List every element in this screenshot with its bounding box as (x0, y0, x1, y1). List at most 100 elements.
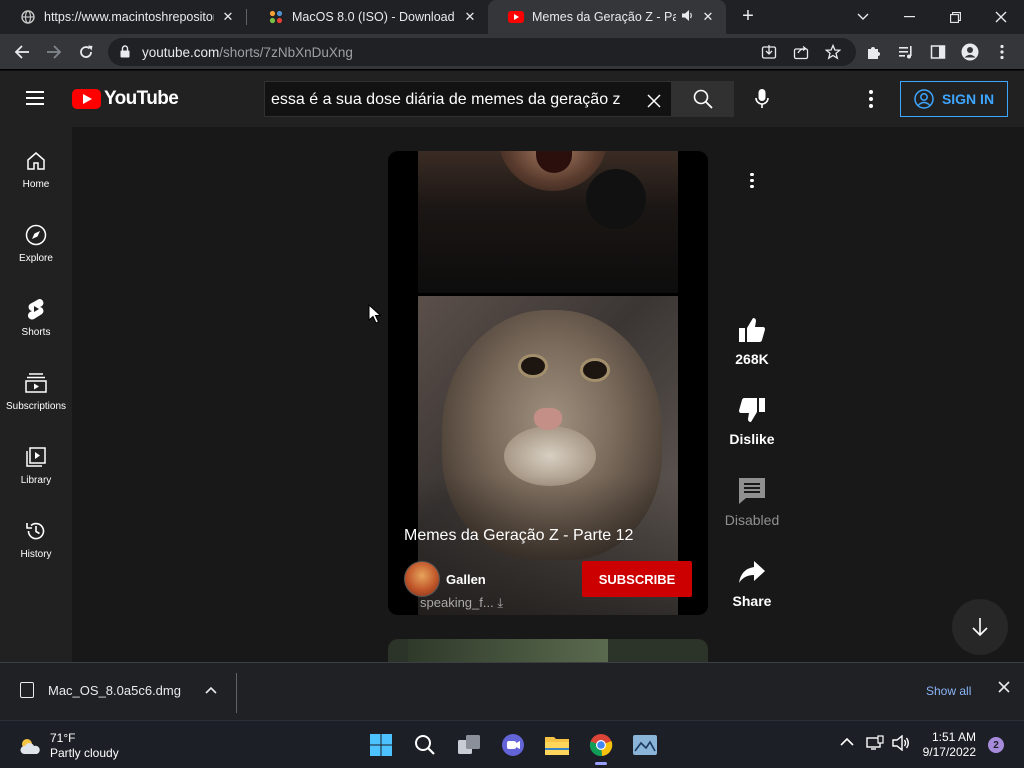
share-label: Share (732, 593, 772, 609)
folder-icon (545, 737, 569, 755)
system-clock[interactable]: 1:51 AM 9/17/2022 (920, 730, 976, 760)
bookmark-star-icon[interactable] (824, 43, 842, 61)
search-input[interactable]: essa é a sua dose diária de memes da ger… (264, 81, 672, 117)
weather-widget[interactable]: 71°F Partly cloudy (18, 731, 119, 761)
tab-title: MacOS 8.0 (ISO) - Download Sun (292, 10, 456, 24)
speaker-icon[interactable] (682, 10, 694, 24)
nav-label: Shorts (21, 327, 51, 338)
media-control-button[interactable] (894, 40, 918, 64)
nav-item-shorts[interactable]: Shorts (0, 289, 72, 353)
video-frame-person (418, 151, 678, 293)
share-page-icon[interactable] (792, 43, 810, 61)
side-panel-button[interactable] (926, 40, 950, 64)
nav-item-library[interactable]: Library (0, 437, 72, 501)
like-button[interactable]: 268K (712, 315, 792, 367)
home-icon (24, 149, 48, 173)
nav-label: History (20, 549, 52, 560)
youtube-logo[interactable]: YouTube (72, 88, 179, 110)
chevron-up-icon[interactable] (840, 735, 854, 750)
dislike-label: Dislike (729, 431, 775, 447)
new-tab-button[interactable]: + (738, 5, 758, 29)
chrome-taskbar-button[interactable] (587, 731, 615, 765)
channel-avatar[interactable] (404, 561, 440, 597)
hamburger-menu-icon[interactable] (26, 91, 44, 105)
nav-label: Library (20, 475, 52, 486)
next-video-button[interactable] (952, 599, 1008, 655)
tab-title: https://www.macintoshrepository (44, 10, 214, 24)
dislike-button[interactable]: Dislike (712, 395, 792, 447)
url-text: youtube.com/shorts/7zNbXnDuXng (142, 45, 353, 60)
address-bar[interactable]: youtube.com/shorts/7zNbXnDuXng (108, 38, 856, 66)
nav-item-home[interactable]: Home (0, 141, 72, 205)
tab-macos-download[interactable]: MacOS 8.0 (ISO) - Download Sun ✕ (248, 0, 488, 34)
download-arrow-icon: ⤓ (497, 595, 504, 610)
comments-button[interactable]: Disabled (712, 476, 792, 528)
back-button[interactable] (10, 40, 34, 64)
taskbar-search-button[interactable] (411, 731, 439, 759)
close-download-bar-icon[interactable] (998, 680, 1010, 698)
subscribe-button[interactable]: SUBSCRIBE (582, 561, 692, 597)
start-button[interactable] (367, 731, 395, 759)
photos-taskbar-button[interactable] (631, 731, 659, 759)
channel-name[interactable]: Gallen (446, 572, 486, 587)
network-icon[interactable] (866, 735, 884, 754)
youtube-play-icon (72, 89, 101, 109)
search-icon (415, 735, 435, 755)
voice-search-button[interactable] (748, 85, 776, 113)
restore-button[interactable] (932, 0, 978, 34)
clear-search-icon[interactable] (647, 88, 661, 114)
globe-icon (20, 9, 36, 25)
download-filename: Mac_OS_8.0a5c6.dmg (48, 682, 181, 698)
reload-button[interactable] (74, 40, 98, 64)
tab-youtube-shorts[interactable]: Memes da Geração Z - Parte ✕ (488, 0, 726, 34)
file-explorer-button[interactable] (543, 731, 571, 759)
sign-in-label: SIGN IN (941, 91, 995, 107)
comments-status: Disabled (724, 512, 780, 528)
more-actions-icon[interactable] (748, 171, 756, 189)
sound-link[interactable]: speaking_f... ⤓ (420, 595, 503, 611)
notification-badge[interactable]: 2 (988, 737, 1004, 753)
queue-music-icon (899, 46, 912, 59)
profile-button[interactable] (958, 40, 982, 64)
task-view-button[interactable] (455, 731, 483, 759)
nav-item-subscriptions[interactable]: Subscriptions (0, 363, 72, 427)
arrow-down-icon (972, 618, 988, 637)
nav-label: Subscriptions (5, 401, 67, 412)
show-all-downloads-link[interactable]: Show all (926, 684, 971, 698)
arrow-right-icon (47, 45, 62, 59)
share-button[interactable]: Share (712, 557, 792, 609)
video-title[interactable]: Memes da Geração Z - Parte 12 (404, 527, 633, 545)
close-window-button[interactable] (978, 0, 1024, 34)
volume-icon[interactable] (892, 734, 910, 754)
weather-condition: Partly cloudy (50, 746, 119, 760)
tab-search-icon[interactable] (840, 0, 886, 34)
shorts-icon (24, 297, 48, 321)
sign-in-button[interactable]: SIGN IN (900, 81, 1008, 117)
search-button[interactable] (672, 81, 734, 117)
teams-chat-button[interactable] (499, 731, 527, 759)
youtube-header: YouTube essa é a sua dose diária de meme… (0, 71, 1024, 127)
minimize-button[interactable] (886, 0, 932, 34)
chevron-up-icon[interactable] (205, 683, 217, 697)
shorts-video-player[interactable]: Memes da Geração Z - Parte 12 Gallen SUB… (388, 151, 708, 615)
lock-icon[interactable] (120, 45, 130, 63)
browser-toolbar: youtube.com/shorts/7zNbXnDuXng (0, 34, 1024, 70)
close-icon[interactable]: ✕ (462, 9, 478, 25)
install-app-icon[interactable] (760, 43, 778, 61)
download-item[interactable]: Mac_OS_8.0a5c6.dmg (20, 682, 181, 698)
mouse-cursor-icon (368, 303, 382, 329)
url-host: youtube.com (142, 45, 220, 60)
search-icon (693, 89, 713, 109)
windows-taskbar: 71°F Partly cloudy 1:51 AM 9/17/2022 2 (0, 720, 1024, 768)
sound-name: speaking_f... (420, 595, 494, 610)
close-icon[interactable]: ✕ (700, 9, 716, 25)
nav-item-explore[interactable]: Explore (0, 215, 72, 279)
nav-item-history[interactable]: History (0, 511, 72, 575)
extensions-button[interactable] (862, 40, 886, 64)
compass-icon (24, 223, 48, 247)
browser-menu-button[interactable] (990, 40, 1014, 64)
settings-more-icon[interactable] (862, 87, 880, 111)
close-icon[interactable]: ✕ (220, 9, 236, 25)
forward-button[interactable] (42, 40, 66, 64)
tab-macintosh-repository[interactable]: https://www.macintoshrepository ✕ (0, 0, 246, 34)
